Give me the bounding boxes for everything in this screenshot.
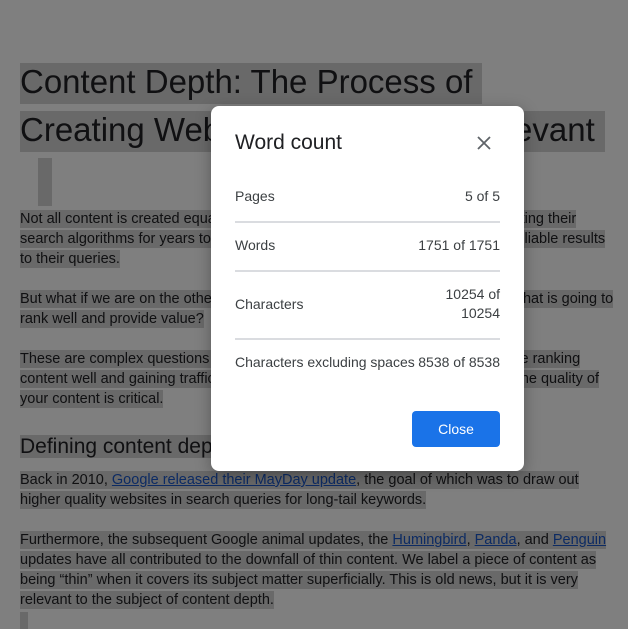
divider	[235, 338, 500, 340]
characters-value: 10254 of 10254	[446, 285, 501, 323]
characters-value-line-2: 10254	[461, 305, 500, 321]
pages-row: Pages 5 of 5	[235, 188, 500, 204]
words-row: Words 1751 of 1751	[235, 237, 500, 253]
words-value: 1751 of 1751	[418, 237, 500, 253]
divider	[235, 270, 500, 272]
pages-label: Pages	[235, 188, 275, 204]
characters-row: Characters 10254 of 10254	[235, 286, 500, 322]
word-count-dialog: Word count Pages 5 of 5 Words 1751 of 17…	[211, 106, 524, 471]
characters-excluding-spaces-row: Characters excluding spaces 8538 of 8538	[235, 354, 500, 370]
close-icon[interactable]	[471, 130, 497, 156]
characters-value-line-1: 10254 of	[445, 286, 501, 302]
characters-excluding-spaces-value: 8538 of 8538	[418, 354, 500, 370]
close-button[interactable]: Close	[412, 411, 500, 447]
pages-value: 5 of 5	[464, 188, 500, 204]
dialog-title: Word count	[235, 131, 342, 154]
characters-excluding-spaces-label: Characters excluding spaces	[235, 354, 415, 370]
words-label: Words	[235, 237, 276, 253]
divider	[235, 221, 500, 223]
characters-label: Characters	[235, 296, 304, 312]
